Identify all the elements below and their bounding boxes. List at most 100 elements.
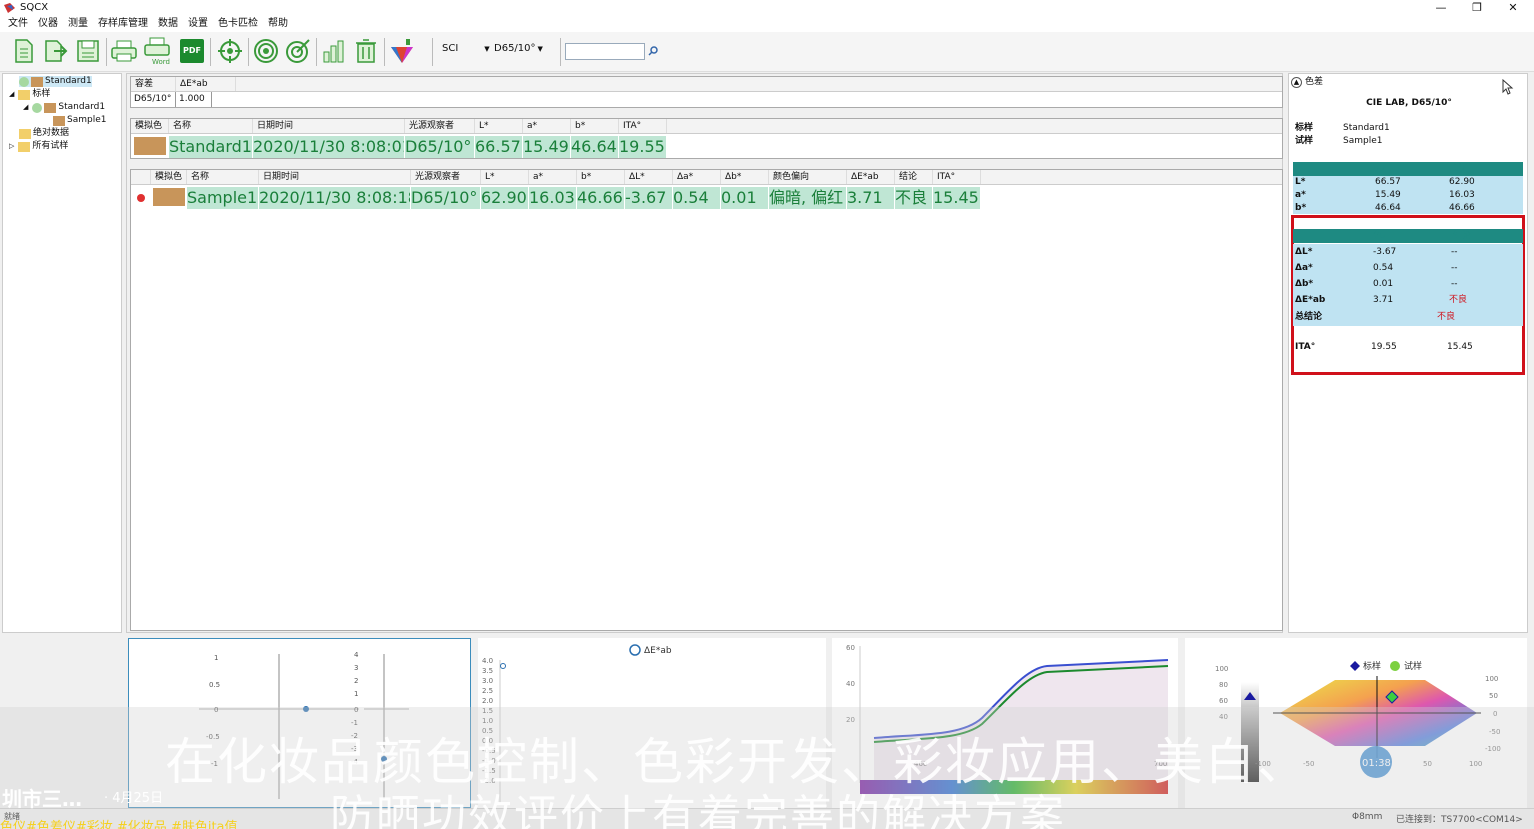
sample-dL: -3.67 xyxy=(625,187,673,209)
row-label: ΔE*ab xyxy=(1295,295,1326,305)
toolbar-separator xyxy=(316,38,317,66)
save-button[interactable] xyxy=(74,36,102,66)
tree-standard-child[interactable]: ◢ Standard1 xyxy=(23,102,105,113)
close-button[interactable]: ✕ xyxy=(1495,0,1531,16)
tick-label: 50 xyxy=(1489,692,1498,700)
row-label: b* xyxy=(1295,203,1307,213)
toolbar-separator xyxy=(210,38,211,66)
menu-settings[interactable]: 设置 xyxy=(188,16,208,32)
standard-label: 标样 xyxy=(1295,123,1314,133)
total-result: 不良 xyxy=(1437,312,1456,322)
diff-cell: 0.01 xyxy=(1373,279,1394,289)
color-palette-button[interactable] xyxy=(388,36,416,66)
mode-value: SCI xyxy=(442,43,459,54)
video-date: · 4月25日 xyxy=(104,791,164,806)
tolerance-value[interactable]: 1.000 xyxy=(176,92,212,107)
tree-label: 标样 xyxy=(32,89,51,99)
delete-button[interactable] xyxy=(352,36,380,66)
sample-cell: 62.90 xyxy=(1449,177,1475,187)
standard-table-header: 模拟色 名称 日期时间 光源观察者 L* a* b* ITA° xyxy=(131,119,1282,134)
video-author[interactable]: 圳市三… xyxy=(2,783,82,812)
tick-label: 4 xyxy=(354,651,359,659)
standard-value: Standard1 xyxy=(1343,123,1390,133)
section-header[interactable]: ▲ 色差 xyxy=(1291,77,1323,88)
print-icon xyxy=(111,40,137,62)
color-swatch xyxy=(31,76,43,87)
measure-standard-button[interactable] xyxy=(252,36,280,66)
pdf-button[interactable]: PDF xyxy=(178,36,206,66)
color-difference-panel: ▲ 色差 CIE LAB, D65/10° 标样 Standard1 试样 Sam… xyxy=(1288,73,1528,633)
color-swatch xyxy=(44,102,57,113)
minimize-button[interactable]: — xyxy=(1423,0,1459,16)
bar-chart-icon xyxy=(323,40,344,63)
toolbar-separator xyxy=(248,38,249,66)
tolerance-grid: 容差 ΔE*ab D65/10° 1.000 xyxy=(130,76,1283,108)
result-cell: 不良 xyxy=(1449,295,1468,305)
tree-label: 绝对数据 xyxy=(33,128,70,138)
column-header: a* xyxy=(529,170,577,184)
row-label: Δa* xyxy=(1295,263,1313,273)
result-cell: -- xyxy=(1451,279,1458,289)
tick-label: 3.5 xyxy=(482,667,493,675)
chart-button[interactable] xyxy=(320,36,348,66)
sample-tree: Standard1 ◢ 标样 ◢ Standard1 Sample1 绝对数据 ▷ 所… xyxy=(2,73,122,633)
video-tags[interactable]: 色仪#色差仪#彩妆 #化妆品 #肤色ita值 xyxy=(0,816,238,829)
video-caption-line2: 防晒功效评价上有着完善的解决方案 xyxy=(330,791,1066,829)
section-title: 色差 xyxy=(1305,77,1324,87)
print-button[interactable] xyxy=(110,36,138,66)
search-input[interactable] xyxy=(565,43,645,60)
menu-file[interactable]: 文件 xyxy=(8,16,28,32)
print-word-button[interactable]: Word xyxy=(143,36,171,66)
toolbar-separator xyxy=(560,38,561,66)
column-header: 色差 xyxy=(1373,231,1392,241)
restore-button[interactable]: ❐ xyxy=(1459,0,1495,16)
tree-standard-root[interactable]: Standard1 xyxy=(19,76,92,87)
tick-label: 2.5 xyxy=(482,687,493,695)
column-header: b* xyxy=(571,119,619,133)
legend-label: 试样 xyxy=(1404,660,1422,672)
tolerance-row[interactable]: D65/10° 1.000 xyxy=(131,92,1282,107)
tree-group-standards[interactable]: ◢ 标样 xyxy=(9,89,50,100)
toolbar-separator xyxy=(106,38,107,66)
row-label: L* xyxy=(1295,177,1306,187)
tolerance-header: 容差 ΔE*ab xyxy=(131,77,1282,92)
tree-all-samples[interactable]: ▷ 所有试样 xyxy=(9,141,68,152)
standard-table: 模拟色 名称 日期时间 光源观察者 L* a* b* ITA° Standard… xyxy=(130,118,1283,159)
tick-label: 1 xyxy=(354,690,358,698)
calibrate-button[interactable] xyxy=(216,36,244,66)
tolerance-illuminant: D65/10° xyxy=(131,92,176,107)
menu-instrument[interactable]: 仪器 xyxy=(38,16,58,32)
expand-icon[interactable]: ▷ xyxy=(9,141,14,152)
menu-data[interactable]: 数据 xyxy=(158,16,178,32)
tree-sample[interactable]: Sample1 xyxy=(53,115,106,126)
sample-b: 46.66 xyxy=(577,187,625,209)
lab-row-b: b* 46.64 46.66 xyxy=(1293,202,1523,214)
menu-measure[interactable]: 测量 xyxy=(68,16,88,32)
expand-icon[interactable]: ◢ xyxy=(23,102,28,113)
menu-library[interactable]: 存样库管理 xyxy=(98,16,148,32)
collapse-icon[interactable]: ▲ xyxy=(1291,77,1302,88)
open-button[interactable] xyxy=(42,36,70,66)
lab-row-a: a* 15.49 16.03 xyxy=(1293,189,1523,202)
expand-icon[interactable]: ◢ xyxy=(9,89,14,100)
menu-help[interactable]: 帮助 xyxy=(268,16,288,32)
main-panel: 容差 ΔE*ab D65/10° 1.000 模拟色 名称 日期时间 光源观察者… xyxy=(126,73,1283,633)
menu-color-card[interactable]: 色卡匹检 xyxy=(218,16,258,32)
table-row[interactable]: Standard1 2020/11/30 8:08:01 D65/10° 66.… xyxy=(131,136,1282,158)
mode-select[interactable]: SCI ▼ xyxy=(442,42,490,56)
tick-label: 60 xyxy=(846,644,855,652)
tick-label: 1 xyxy=(214,654,218,662)
table-row[interactable]: Sample1 2020/11/30 8:08:18 D65/10° 62.90… xyxy=(131,187,1282,209)
sample-datetime: 2020/11/30 8:08:18 xyxy=(259,187,411,209)
tree-absolute-data[interactable]: 绝对数据 xyxy=(19,128,69,139)
sample-ita: 15.45 xyxy=(933,187,981,209)
print-word-icon: Word xyxy=(144,37,170,66)
legend-sample-marker xyxy=(1390,661,1400,671)
new-file-button[interactable] xyxy=(10,36,38,66)
search-icon[interactable] xyxy=(648,46,658,56)
illuminant-select[interactable]: D65/10° ▼ xyxy=(494,42,543,56)
data-point xyxy=(500,663,506,669)
toolbar-separator xyxy=(384,38,385,66)
pdf-icon: PDF xyxy=(180,39,204,63)
measure-sample-button[interactable] xyxy=(284,36,312,66)
